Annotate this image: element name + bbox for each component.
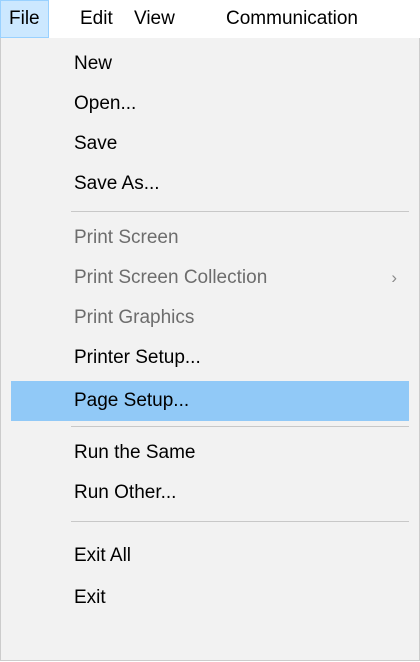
menubar-view[interactable]: View — [126, 0, 183, 38]
menu-item-label: Exit — [74, 587, 106, 608]
menu-bar: File Edit View Communication — [0, 0, 420, 38]
menu-item-label: Save As... — [74, 173, 160, 194]
menu-item-label: New — [74, 53, 113, 74]
file-menu-dropdown: New Open... Save Save As... Print Screen… — [0, 38, 420, 661]
menubar-communication[interactable]: Communication — [218, 0, 366, 38]
menu-item-run-other[interactable]: Run Other... — [11, 473, 409, 513]
menu-item-label: Save — [74, 133, 118, 154]
menu-item-exit-all[interactable]: Exit All — [11, 536, 409, 576]
menu-item-label: Print Graphics — [74, 307, 195, 328]
menu-item-save[interactable]: Save — [11, 124, 409, 164]
menu-item-label: Exit All — [74, 545, 132, 566]
menu-item-open[interactable]: Open... — [11, 84, 409, 124]
menubar-edit[interactable]: Edit — [72, 0, 121, 38]
menu-item-printer-setup[interactable]: Printer Setup... — [11, 338, 409, 378]
menu-item-label: Print Screen Collection — [74, 267, 268, 288]
menu-item-print-screen-collection: Print Screen Collection › — [11, 258, 409, 298]
menu-separator — [71, 521, 409, 522]
menu-item-save-as[interactable]: Save As... — [11, 164, 409, 204]
menu-item-label: Page Setup... — [74, 390, 190, 411]
chevron-right-icon: › — [391, 268, 397, 287]
menu-item-print-graphics: Print Graphics — [11, 298, 409, 338]
menu-item-label: Run the Same — [74, 442, 196, 463]
menu-item-exit[interactable]: Exit — [11, 578, 409, 618]
menu-item-page-setup[interactable]: Page Setup... — [11, 381, 409, 421]
menu-item-print-screen: Print Screen — [11, 218, 409, 258]
menu-item-label: Run Other... — [74, 482, 177, 503]
menu-item-label: Print Screen — [74, 227, 179, 248]
menu-item-label: Printer Setup... — [74, 347, 201, 368]
menu-item-label: Open... — [74, 93, 137, 114]
menu-item-new[interactable]: New — [11, 44, 409, 84]
menu-separator — [71, 426, 409, 427]
menu-separator — [71, 211, 409, 212]
menu-item-run-the-same[interactable]: Run the Same — [11, 433, 409, 473]
menubar-file[interactable]: File — [0, 0, 49, 38]
